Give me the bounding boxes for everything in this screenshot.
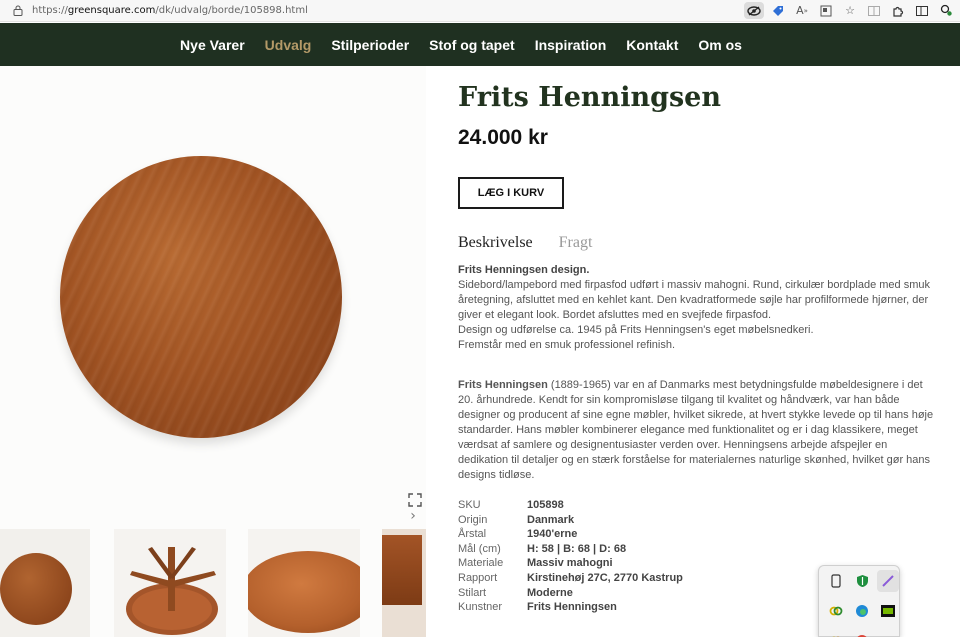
link-icon[interactable] (825, 630, 847, 637)
spec-key: Kunstner (458, 601, 503, 614)
immersive-reader-icon[interactable] (816, 2, 836, 19)
spec-row: Kunstner Frits Henningsen (458, 600, 683, 615)
spec-value: Danmark (527, 513, 575, 526)
nav-item-stilperioder[interactable]: Stilperioder (331, 37, 409, 53)
spec-row: Mål (cm) H: 58 | B: 68 | D: 68 (458, 542, 683, 557)
thumbnail-4[interactable] (382, 529, 426, 637)
fullscreen-expand-icon[interactable] (408, 492, 422, 507)
browser-toolbar: A» ☆ (744, 2, 956, 19)
nvidia-icon[interactable] (877, 600, 899, 622)
url-prefix: https:// (32, 5, 68, 16)
product-price: 24.000 kr (458, 126, 548, 149)
product-gallery: › (0, 66, 426, 637)
thumbnail-3[interactable] (248, 529, 360, 637)
nav-item-kontakt[interactable]: Kontakt (626, 37, 678, 53)
shield-icon[interactable] (851, 570, 873, 592)
lock-icon[interactable] (12, 5, 24, 17)
edge-icon[interactable] (851, 600, 873, 622)
url-host: greensquare.com (67, 5, 156, 16)
spec-row: Materiale Massiv mahogni (458, 556, 683, 571)
spec-value: 1940'erne (527, 528, 578, 541)
nav-item-om-os[interactable]: Om os (698, 37, 742, 53)
product-description: Frits Henningsen design. Sidebord/lampeb… (458, 263, 936, 353)
split-screen-icon[interactable] (864, 2, 884, 19)
spec-key: Origin (458, 513, 488, 526)
phone-icon[interactable] (825, 570, 847, 592)
bio-text: (1889-1965) var en af Danmarks mest bety… (458, 379, 934, 481)
description-line-1: Sidebord/lampebord med firpasfod udført … (458, 279, 930, 321)
favorite-star-icon[interactable]: ☆ (840, 2, 860, 19)
spec-value: 105898 (527, 499, 564, 511)
chrome-icon[interactable] (851, 630, 873, 637)
thumbnail-1[interactable] (0, 529, 90, 637)
description-line-2: Design og udførelse ca. 1945 på Frits He… (458, 324, 814, 336)
site-navigation: Nye Varer Udvalg Stilperioder Stof og ta… (0, 23, 960, 66)
description-heading: Frits Henningsen design. (458, 264, 590, 276)
tab-fragt[interactable]: Fragt (559, 234, 593, 252)
bio-name: Frits Henningsen (458, 379, 548, 391)
spec-row: Årstal 1940'erne (458, 527, 683, 542)
spec-value: Moderne (527, 586, 573, 599)
nav-item-stof-og-tapet[interactable]: Stof og tapet (429, 37, 515, 53)
spec-key: Rapport (458, 571, 498, 584)
product-title: Frits Henningsen (458, 82, 721, 113)
spec-key: Årstal (458, 528, 487, 541)
nav-item-udvalg[interactable]: Udvalg (265, 37, 312, 53)
read-aloud-icon[interactable]: A» (792, 2, 812, 19)
spec-key: Materiale (458, 557, 504, 570)
spec-value: Frits Henningsen (527, 601, 617, 614)
product-main-image[interactable] (60, 156, 342, 438)
tab-beskrivelse[interactable]: Beskrivelse (458, 234, 533, 252)
spec-row: Stilart Moderne (458, 586, 683, 601)
description-line-3: Fremstår med en smuk professionel refini… (458, 339, 676, 351)
chevron-right-icon[interactable]: › (404, 505, 422, 527)
spec-value: Massiv mahogni (527, 557, 613, 570)
spec-value: Kirstinehøj 27C, 2770 Kastrup (527, 571, 683, 584)
spec-key: Mål (cm) (458, 542, 501, 555)
url-field[interactable]: https://greensquare.com/dk/udvalg/borde/… (32, 5, 308, 16)
spec-row: SKU 105898 (458, 498, 683, 513)
tracking-prevention-icon[interactable] (744, 2, 764, 19)
spec-key: Stilart (458, 586, 487, 599)
link-icon[interactable] (825, 600, 847, 622)
thumbnail-strip (0, 529, 426, 637)
designer-bio: Frits Henningsen (1889-1965) var en af D… (458, 378, 936, 483)
product-tabs: Beskrivelse Fragt (458, 234, 592, 252)
spec-row: Rapport Kirstinehøj 27C, 2770 Kastrup (458, 571, 683, 586)
copilot-icon[interactable] (936, 2, 956, 19)
browser-address-bar: https://greensquare.com/dk/udvalg/borde/… (0, 0, 960, 22)
spec-key: SKU (458, 499, 481, 511)
favorites-bar-icon[interactable] (912, 2, 932, 19)
url-path: /dk/udvalg/borde/105898.html (155, 5, 308, 16)
nav-item-nye-varer[interactable]: Nye Varer (180, 37, 245, 53)
spec-row: Origin Danmark (458, 513, 683, 528)
spec-value: H: 58 | B: 68 | D: 68 (527, 542, 627, 555)
add-to-cart-button[interactable]: LÆG I KURV (458, 177, 564, 209)
product-specs: SKU 105898 Origin Danmark Årstal 1940'erne … (458, 498, 683, 615)
thumbnail-2[interactable] (114, 529, 226, 637)
system-tray-popup (818, 565, 900, 637)
pen-icon[interactable] (877, 570, 899, 592)
nav-item-inspiration[interactable]: Inspiration (535, 37, 607, 53)
extensions-icon[interactable] (888, 2, 908, 19)
coupon-tag-icon[interactable] (768, 2, 788, 19)
